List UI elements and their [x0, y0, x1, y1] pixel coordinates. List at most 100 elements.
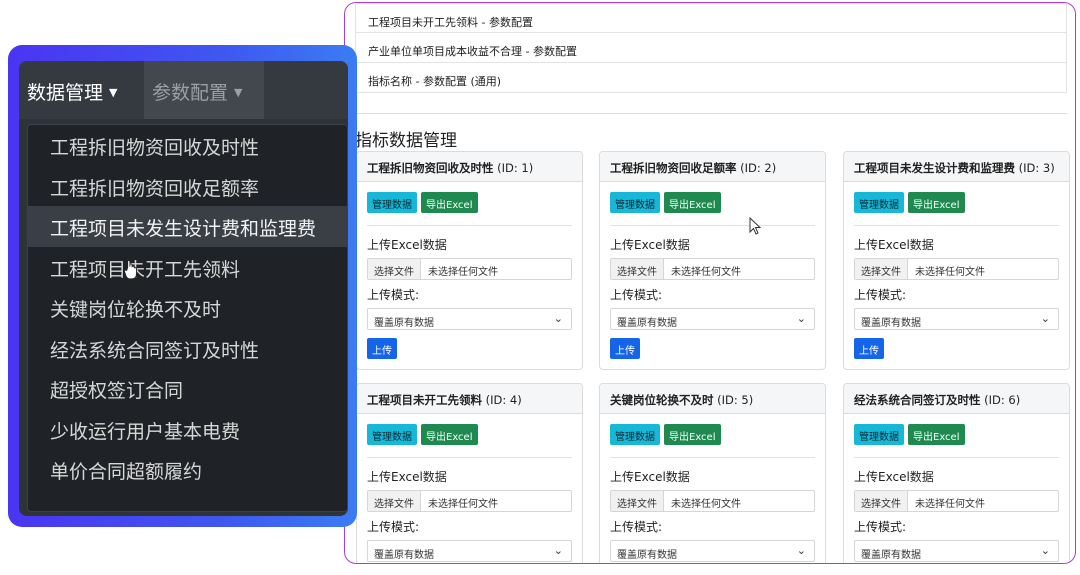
upload-mode-select[interactable]: 覆盖原有数据 ⌄ — [367, 540, 572, 562]
card-header: 工程拆旧物资回收及时性 (ID: 1) — [357, 152, 582, 182]
file-status-text: 未选择任何文件 — [671, 499, 741, 510]
manage-data-button[interactable]: 管理数据 — [610, 424, 660, 445]
upload-excel-label: 上传Excel数据 — [610, 238, 690, 252]
upload-mode-select[interactable]: 覆盖原有数据 ⌄ — [610, 308, 815, 330]
upload-excel-label: 上传Excel数据 — [367, 470, 447, 484]
card-title: 关键岗位轮换不及时 — [610, 393, 714, 407]
card-divider — [367, 457, 572, 458]
upload-button[interactable]: 上传 — [854, 338, 884, 359]
card-title: 工程拆旧物资回收足额率 — [610, 161, 737, 175]
dropdown-item[interactable]: 工程拆旧物资回收足额率 — [28, 166, 347, 207]
upload-mode-select[interactable]: 覆盖原有数据 ⌄ — [854, 308, 1059, 330]
indicator-card: 经法系统合同签订及时性 (ID: 6) 管理数据 导出Excel 上传Excel… — [843, 383, 1070, 563]
main-page-panel: 工程项目未开工先领料 - 参数配置 产业单位单项目成本收益不合理 - 参数配置 … — [344, 2, 1076, 564]
card-title: 经法系统合同签订及时性 — [854, 393, 981, 407]
config-row[interactable]: 工程项目未开工先领料 - 参数配置 — [355, 3, 1067, 33]
dropdown-item[interactable]: 少收运行用户基本电费 — [28, 409, 347, 450]
caret-down-icon: ▼ — [109, 86, 118, 99]
upload-mode-value: 覆盖原有数据 — [861, 550, 921, 561]
dropdown-item[interactable]: 单价合同超额履约 — [28, 449, 347, 490]
file-status-text: 未选择任何文件 — [428, 499, 498, 510]
choose-file-button[interactable]: 选择文件 — [611, 491, 664, 511]
hand-pointer-icon — [123, 259, 137, 280]
upload-excel-label: 上传Excel数据 — [854, 238, 934, 252]
dropdown-item[interactable]: 经法系统合同签订及时性 — [28, 328, 347, 369]
nav-data-management[interactable]: 数据管理 ▼ — [27, 61, 147, 119]
file-input[interactable]: 选择文件 未选择任何文件 — [367, 258, 572, 280]
manage-data-button[interactable]: 管理数据 — [854, 424, 904, 445]
mouse-pointer-icon — [749, 217, 762, 235]
manage-data-button[interactable]: 管理数据 — [367, 424, 417, 445]
card-title: 工程拆旧物资回收及时性 — [367, 161, 494, 175]
file-input[interactable]: 选择文件 未选择任何文件 — [610, 258, 815, 280]
export-excel-button[interactable]: 导出Excel — [664, 424, 721, 445]
config-row[interactable]: 指标名称 - 参数配置 (通用) — [355, 63, 1067, 93]
config-list: 工程项目未开工先领料 - 参数配置 产业单位单项目成本收益不合理 - 参数配置 … — [355, 3, 1067, 93]
choose-file-button[interactable]: 选择文件 — [855, 491, 908, 511]
card-divider — [854, 225, 1059, 226]
chevron-down-icon: ⌄ — [1040, 312, 1050, 325]
upload-mode-label: 上传模式: — [854, 288, 907, 302]
file-input[interactable]: 选择文件 未选择任何文件 — [854, 490, 1059, 512]
chevron-down-icon: ⌄ — [1040, 544, 1050, 557]
indicator-card: 工程项目未开工先领料 (ID: 4) 管理数据 导出Excel 上传Excel数… — [356, 383, 583, 563]
choose-file-button[interactable]: 选择文件 — [368, 259, 421, 279]
export-excel-button[interactable]: 导出Excel — [421, 424, 478, 445]
dropdown-item[interactable]: 工程拆旧物资回收及时性 — [28, 125, 347, 166]
choose-file-button[interactable]: 选择文件 — [368, 491, 421, 511]
upload-mode-select[interactable]: 覆盖原有数据 ⌄ — [367, 308, 572, 330]
top-navbar: 数据管理 ▼ 参数配置 ▼ — [19, 61, 348, 119]
caret-down-icon: ▼ — [234, 86, 243, 99]
upload-mode-label: 上传模式: — [610, 288, 663, 302]
export-excel-button[interactable]: 导出Excel — [664, 192, 721, 213]
indicator-card: 工程拆旧物资回收及时性 (ID: 1) 管理数据 导出Excel 上传Excel… — [356, 151, 583, 370]
upload-excel-label: 上传Excel数据 — [367, 238, 447, 252]
dropdown-item[interactable]: 工程项目未开工先领料 — [28, 247, 347, 288]
file-status-text: 未选择任何文件 — [428, 267, 498, 278]
file-input[interactable]: 选择文件 未选择任何文件 — [610, 490, 815, 512]
nav-data-management-label: 数据管理 — [27, 82, 104, 104]
upload-mode-value: 覆盖原有数据 — [374, 318, 434, 329]
export-excel-button[interactable]: 导出Excel — [908, 424, 965, 445]
dropdown-item[interactable]: 超授权签订合同 — [28, 368, 347, 409]
chevron-down-icon: ⌄ — [553, 544, 563, 557]
upload-mode-value: 覆盖原有数据 — [374, 550, 434, 561]
config-row[interactable]: 产业单位单项目成本收益不合理 - 参数配置 — [355, 33, 1067, 63]
chevron-down-icon: ⌄ — [796, 544, 806, 557]
card-divider — [854, 457, 1059, 458]
manage-data-button[interactable]: 管理数据 — [367, 192, 417, 213]
choose-file-button[interactable]: 选择文件 — [611, 259, 664, 279]
upload-button[interactable]: 上传 — [367, 338, 397, 359]
choose-file-button[interactable]: 选择文件 — [855, 259, 908, 279]
upload-mode-select[interactable]: 覆盖原有数据 ⌄ — [854, 540, 1059, 562]
card-divider — [367, 225, 572, 226]
file-input[interactable]: 选择文件 未选择任何文件 — [367, 490, 572, 512]
data-management-dropdown: 工程拆旧物资回收及时性 工程拆旧物资回收足额率 工程项目未发生设计费和监理费 工… — [27, 124, 348, 512]
card-title: 工程项目未发生设计费和监理费 — [854, 161, 1015, 175]
indicator-card: 工程拆旧物资回收足额率 (ID: 2) 管理数据 导出Excel 上传Excel… — [599, 151, 826, 370]
card-header: 工程项目未发生设计费和监理费 (ID: 3) — [844, 152, 1069, 182]
upload-mode-label: 上传模式: — [610, 520, 663, 534]
nav-param-config[interactable]: 参数配置 ▼ — [144, 61, 264, 119]
indicator-card: 工程项目未发生设计费和监理费 (ID: 3) 管理数据 导出Excel 上传Ex… — [843, 151, 1070, 370]
manage-data-button[interactable]: 管理数据 — [610, 192, 660, 213]
export-excel-button[interactable]: 导出Excel — [908, 192, 965, 213]
card-id: (ID: 4) — [485, 393, 522, 407]
upload-mode-value: 覆盖原有数据 — [617, 318, 677, 329]
upload-excel-label: 上传Excel数据 — [854, 470, 934, 484]
dropdown-item[interactable]: 关键岗位轮换不及时 — [28, 287, 347, 328]
upload-mode-label: 上传模式: — [367, 288, 420, 302]
dropdown-item[interactable]: 工程项目未发生设计费和监理费 — [28, 206, 347, 247]
upload-mode-value: 覆盖原有数据 — [617, 550, 677, 561]
upload-mode-value: 覆盖原有数据 — [861, 318, 921, 329]
manage-data-button[interactable]: 管理数据 — [854, 192, 904, 213]
card-id: (ID: 1) — [497, 161, 534, 175]
section-divider — [355, 113, 1067, 114]
upload-button[interactable]: 上传 — [610, 338, 640, 359]
upload-mode-label: 上传模式: — [854, 520, 907, 534]
upload-mode-select[interactable]: 覆盖原有数据 ⌄ — [610, 540, 815, 562]
export-excel-button[interactable]: 导出Excel — [421, 192, 478, 213]
file-input[interactable]: 选择文件 未选择任何文件 — [854, 258, 1059, 280]
upload-mode-label: 上传模式: — [367, 520, 420, 534]
card-id: (ID: 6) — [984, 393, 1021, 407]
